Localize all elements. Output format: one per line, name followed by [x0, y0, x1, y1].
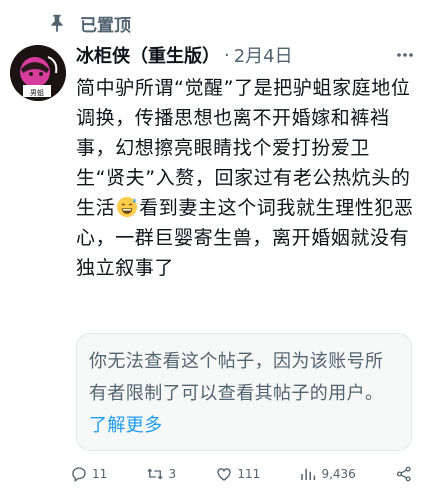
action-bar: 11 3 111 9,436 — [70, 462, 417, 486]
retweet-icon — [147, 468, 164, 480]
share-icon — [396, 466, 411, 482]
pinned-indicator: 已置顶 — [46, 8, 131, 38]
share-button[interactable] — [395, 465, 417, 483]
restricted-post-notice: 你无法查看这个帖子，因为该账号所有者限制了可以查看其帖子的用户。了解更多 — [76, 333, 412, 451]
grinning-sweat-emoji — [117, 196, 138, 218]
pinned-label: 已置顶 — [80, 15, 131, 36]
author-name[interactable]: 冰柜侠（重生版） — [76, 42, 220, 68]
views-button[interactable]: 9,436 — [299, 465, 356, 483]
pin-icon — [51, 14, 63, 33]
retweet-count: 3 — [168, 467, 177, 481]
like-count: 111 — [237, 467, 261, 481]
tweet-date[interactable]: 2月4日 — [234, 42, 293, 68]
tweet-text: 简中驴所谓“觉醒”了是把驴蛆家庭地位调换，传播思想也离不开婚嫁和裤裆事，幻想擦亮… — [76, 73, 416, 283]
views-count: 9,436 — [321, 467, 356, 481]
tweet-header: 冰柜侠（重生版） · 2月4日 — [76, 40, 417, 70]
avatar[interactable]: 男蛆 — [10, 45, 66, 101]
views-icon — [301, 468, 316, 480]
reply-icon — [72, 467, 86, 483]
heart-icon — [217, 468, 232, 481]
notice-text: 你无法查看这个帖子，因为该账号所有者限制了可以查看其帖子的用户。 — [89, 351, 384, 404]
header-separator: · — [224, 44, 230, 66]
avatar-image: 男蛆 — [10, 45, 66, 101]
reply-button[interactable]: 11 — [70, 465, 107, 483]
avatar-badge: 男蛆 — [30, 88, 44, 97]
learn-more-link[interactable]: 了解更多 — [89, 415, 163, 436]
reply-count: 11 — [92, 467, 108, 481]
like-button[interactable]: 111 — [215, 465, 260, 483]
retweet-button[interactable]: 3 — [146, 465, 176, 483]
more-options-icon[interactable] — [393, 40, 417, 70]
